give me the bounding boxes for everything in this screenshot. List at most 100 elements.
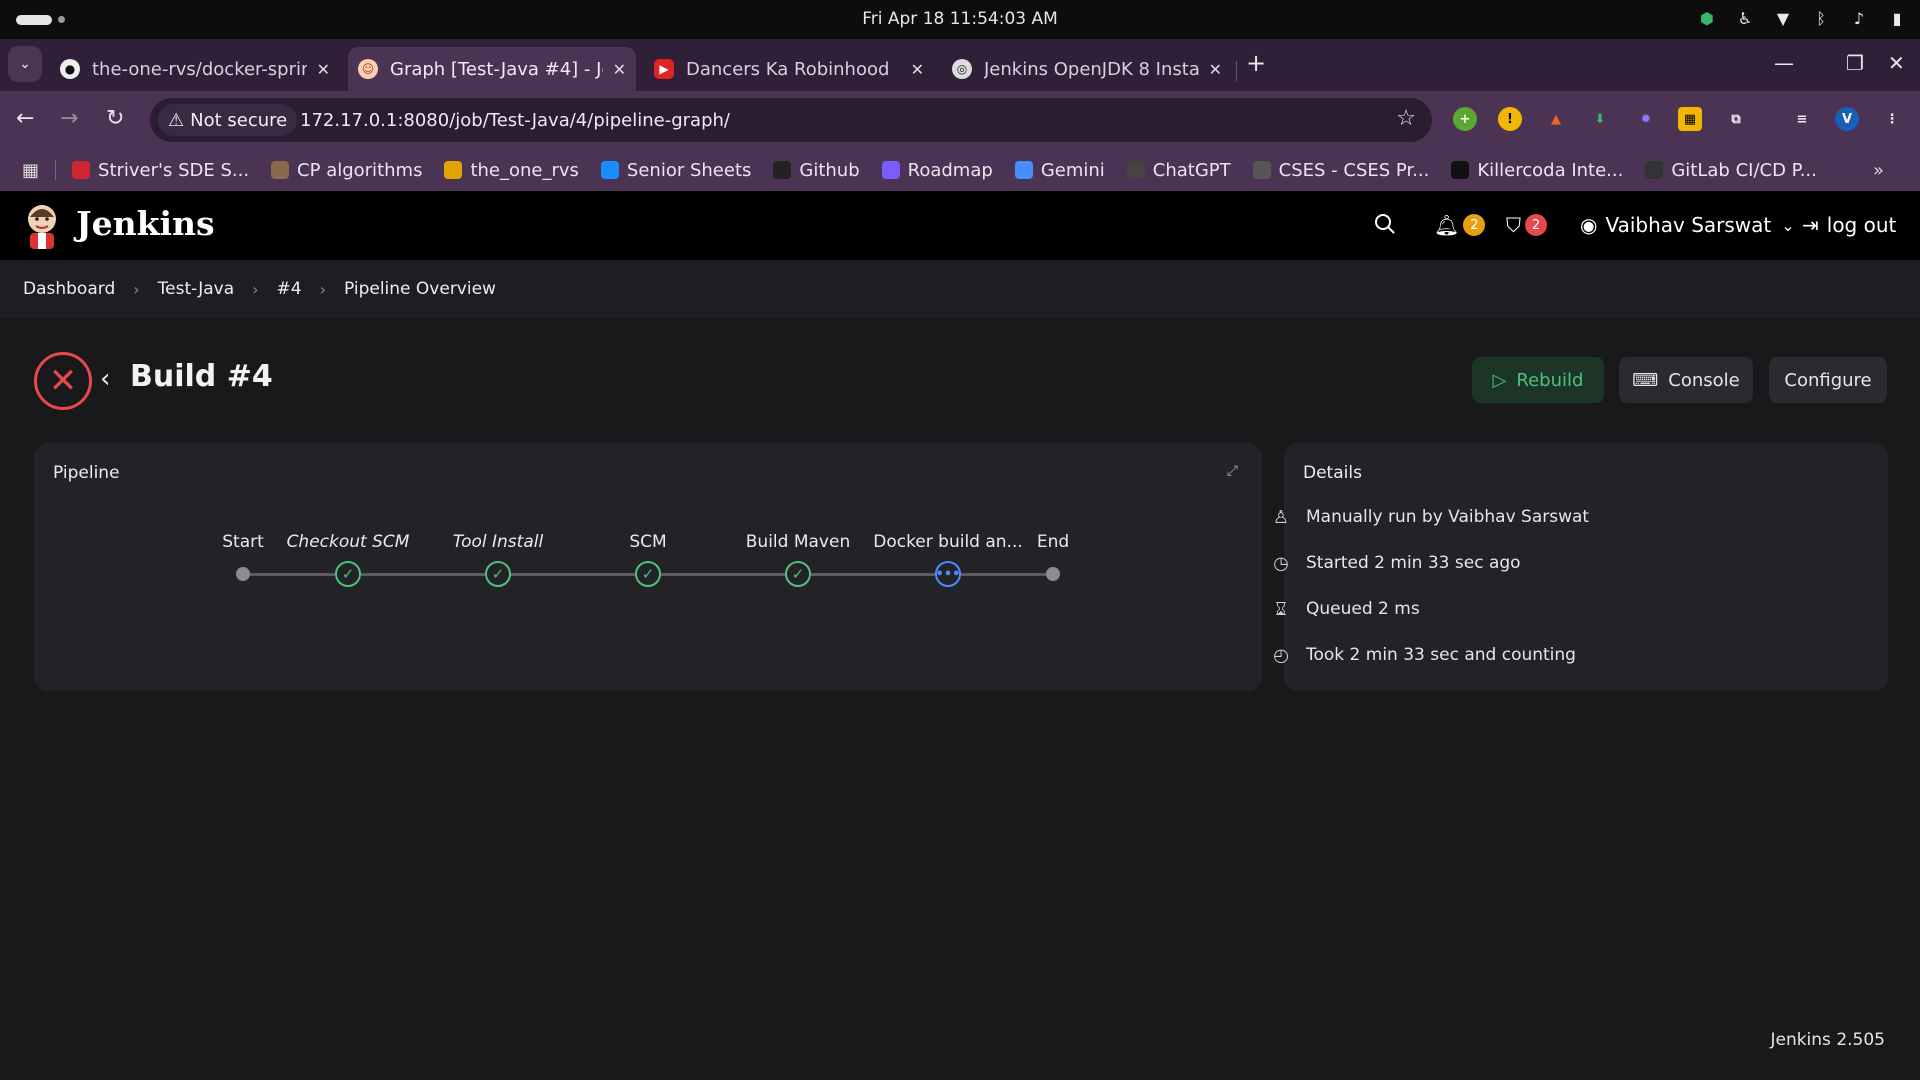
user-menu[interactable]: ◉ Vaibhav Sarswat ⌄ (1580, 213, 1795, 237)
profile-avatar[interactable]: V (1835, 107, 1859, 131)
hourglass-icon: ⌛︎ (1275, 598, 1287, 620)
rocket-icon (881, 161, 900, 179)
search-icon[interactable] (1374, 213, 1396, 235)
detail-text: Queued 2 ms (1306, 599, 1420, 619)
bookmark-item[interactable]: Roadmap (881, 160, 993, 181)
bookmark-item[interactable]: Senior Sheets (600, 160, 751, 181)
jenkins-logo[interactable] (22, 201, 62, 249)
os-clock[interactable]: Fri Apr 18 11:54:03 AM (0, 9, 1920, 29)
tab-youtube[interactable]: ▶ Dancers Ka Robinhood ✕ (644, 47, 934, 91)
new-tab-button[interactable]: + (1246, 49, 1266, 77)
stage-label[interactable]: End (1037, 532, 1069, 552)
tab-github[interactable]: ● the-one-rvs/docker-sprin ✕ (50, 47, 340, 91)
jenkins-title[interactable]: Jenkins (76, 204, 215, 243)
jenkins-version[interactable]: Jenkins 2.505 (1770, 1030, 1885, 1050)
tab-title: Dancers Ka Robinhood (686, 58, 890, 80)
stage-label[interactable]: Docker build an... (873, 532, 1023, 552)
console-button[interactable]: ⌨ Console (1619, 357, 1753, 403)
notifications-badge: 2 (1463, 214, 1486, 236)
configure-button[interactable]: Configure (1769, 357, 1887, 403)
extension-exclaim-icon[interactable]: ! (1498, 107, 1522, 131)
browser-tab-bar: ⌄ ● the-one-rvs/docker-sprin ✕ ☺ Graph [… (0, 39, 1920, 91)
stage-label[interactable]: Checkout SCM (287, 532, 410, 552)
stage-success-icon[interactable]: ✓ (335, 561, 361, 587)
expand-icon[interactable]: ⤢ (1227, 463, 1238, 479)
bookmark-item[interactable]: CP algorithms (271, 160, 422, 181)
chevron-left-icon[interactable]: ‹ (100, 364, 110, 394)
bookmark-item[interactable]: Killercoda Inte... (1451, 160, 1623, 181)
bookmark-item[interactable]: Striver's SDE S... (72, 160, 249, 181)
browser-menu-icon[interactable]: ⋮ (1880, 107, 1904, 131)
volume-icon[interactable]: ♪ (1850, 8, 1868, 28)
extension-gear-icon[interactable]: ✹ (1634, 107, 1658, 131)
extension-pattern-icon[interactable]: ▦ (1678, 107, 1702, 131)
chevron-right-icon: › (319, 279, 326, 299)
bookmark-star-icon[interactable]: ☆ (1396, 106, 1416, 131)
accessibility-icon[interactable]: ♿ (1736, 8, 1754, 28)
extension-plus-icon[interactable]: + (1453, 107, 1477, 131)
apps-grid-icon[interactable]: ▦ (22, 160, 39, 181)
close-icon[interactable]: ✕ (613, 60, 626, 79)
tab-jenkins-graph[interactable]: ☺ Graph [Test-Java #4] - Je ✕ (348, 47, 636, 91)
stage-endpoint-node[interactable] (1046, 567, 1060, 581)
stage-success-icon[interactable]: ✓ (785, 561, 811, 587)
wifi-icon[interactable]: ▼ (1774, 8, 1792, 28)
bookmark-item[interactable]: the_one_rvs (444, 159, 579, 181)
page-title: Build #4 (130, 359, 273, 394)
breadcrumb-current[interactable]: Pipeline Overview (344, 279, 496, 299)
bookmark-label: Github (799, 159, 860, 181)
detail-text: Took 2 min 33 sec and counting (1306, 645, 1576, 665)
restore-button[interactable]: ❐ (1846, 51, 1864, 75)
system-tray[interactable]: ⬢ ♿ ▼ ᛒ ♪ ▮ (1698, 8, 1906, 28)
user-circle-icon: ◉ (1580, 213, 1598, 237)
bookmark-label: Gemini (1040, 159, 1105, 181)
details-title: Details (1303, 463, 1362, 483)
close-icon[interactable]: ✕ (911, 60, 924, 79)
stage-label[interactable]: Build Maven (746, 532, 850, 552)
tab-title: the-one-rvs/docker-sprin (92, 58, 307, 80)
site-info-chip[interactable]: ⚠ Not secure (158, 104, 298, 136)
stage-label[interactable]: Tool Install (453, 532, 543, 552)
shield-tray-icon[interactable]: ⬢ (1698, 8, 1716, 28)
security-button[interactable]: ⛉ 2 (1506, 213, 1547, 237)
stage-running-icon[interactable]: ••• (935, 561, 961, 587)
battery-icon[interactable]: ▮ (1888, 8, 1906, 28)
logout-link[interactable]: ⇥ log out (1802, 213, 1896, 237)
media-control-icon[interactable]: ≡ (1790, 107, 1814, 131)
stage-label[interactable]: Start (222, 532, 264, 552)
close-icon[interactable]: ✕ (317, 60, 330, 79)
extension-download-icon[interactable]: ⬇ (1588, 107, 1612, 131)
bookmark-item[interactable]: GitLab CI/CD P... (1645, 160, 1817, 181)
bookmarks-overflow-icon[interactable]: » (1873, 160, 1884, 181)
tab-title: Jenkins OpenJDK 8 Insta (984, 58, 1199, 80)
tab-openjdk[interactable]: ◎ Jenkins OpenJDK 8 Insta ✕ (942, 47, 1232, 91)
back-arrow-icon[interactable]: ← (16, 106, 34, 131)
breadcrumb-build[interactable]: #4 (277, 279, 302, 299)
breadcrumb-job[interactable]: Test-Java (158, 279, 234, 299)
forward-arrow-icon[interactable]: → (60, 106, 78, 131)
stage-label[interactable]: SCM (629, 532, 666, 552)
close-icon[interactable]: ✕ (1209, 60, 1222, 79)
extension-flag-icon[interactable]: ▲ (1544, 107, 1568, 131)
stage-success-icon[interactable]: ✓ (485, 561, 511, 587)
close-window-button[interactable]: ✕ (1888, 51, 1905, 75)
url-text[interactable]: 172.17.0.1:8080/job/Test-Java/4/pipeline… (300, 110, 730, 131)
extensions-puzzle-icon[interactable]: ⧉ (1724, 107, 1748, 131)
security-badge: 2 (1525, 214, 1547, 236)
reload-icon[interactable]: ↻ (106, 106, 124, 131)
address-bar[interactable]: ⚠ Not secure 172.17.0.1:8080/job/Test-Ja… (150, 98, 1432, 142)
stage-endpoint-node[interactable] (236, 567, 250, 581)
bookmark-item[interactable]: Github (773, 159, 860, 181)
stage-success-icon[interactable]: ✓ (635, 561, 661, 587)
rebuild-button[interactable]: ▷ Rebuild (1472, 357, 1604, 403)
notifications-button[interactable]: 🔔︎ 2 (1434, 213, 1486, 237)
bookmark-item[interactable]: CSES - CSES Pr... (1252, 159, 1430, 181)
tab-search-dropdown[interactable]: ⌄ (8, 46, 42, 82)
bluetooth-icon[interactable]: ᛒ (1812, 8, 1830, 28)
bookmark-item[interactable]: Gemini (1014, 159, 1105, 181)
bookmark-label: the_one_rvs (470, 159, 579, 181)
bookmark-label: CSES - CSES Pr... (1278, 159, 1430, 181)
breadcrumb-dashboard[interactable]: Dashboard (23, 279, 115, 299)
bookmark-item[interactable]: ChatGPT (1126, 160, 1231, 181)
minimize-button[interactable]: — (1774, 51, 1794, 75)
